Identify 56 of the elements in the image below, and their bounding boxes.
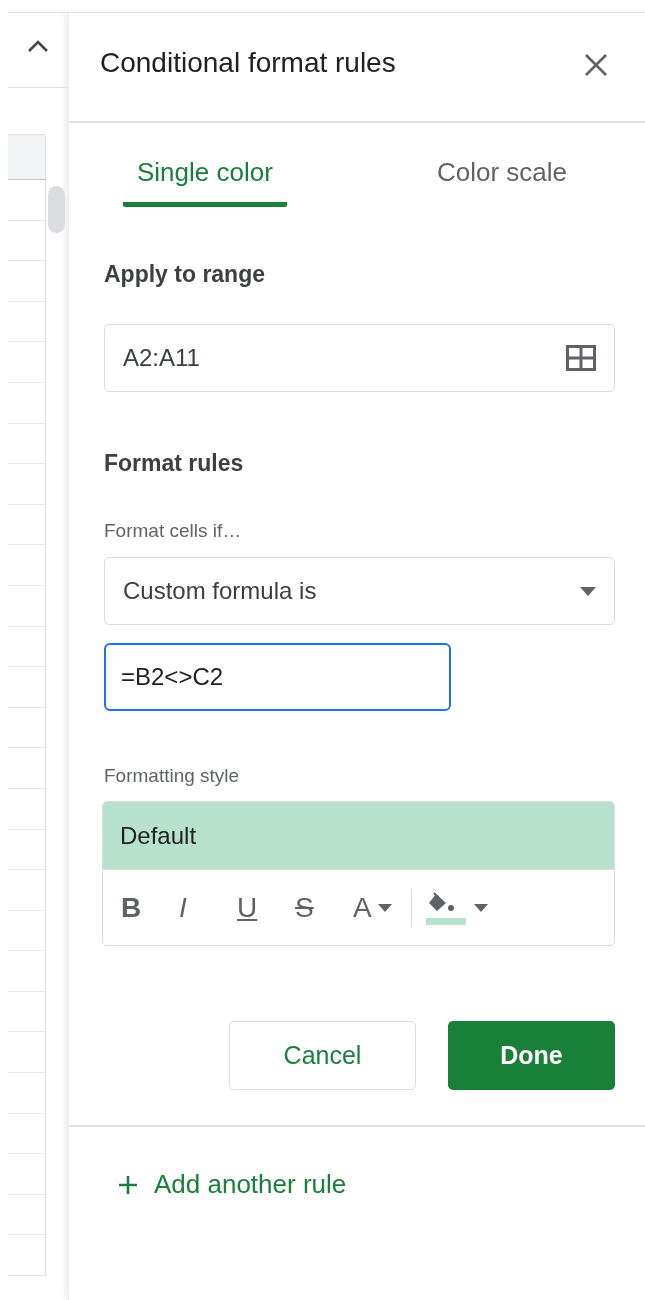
sheet-cell[interactable] (8, 1194, 46, 1236)
sheet-cell[interactable] (8, 180, 46, 221)
tab[interactable]: Color scale (422, 151, 581, 207)
field-label: Formatting style (104, 765, 241, 787)
sheet-cell[interactable] (8, 261, 46, 302)
done-button[interactable]: Done (448, 1021, 615, 1090)
sheet-cell[interactable] (8, 748, 46, 789)
column-header[interactable] (8, 135, 46, 180)
formula-input-field[interactable]: =B2<>C2 (104, 643, 451, 711)
grid-icon[interactable] (566, 345, 596, 371)
close-icon[interactable] (583, 52, 609, 78)
caret-up-icon[interactable] (27, 39, 49, 53)
sheet-cell[interactable] (8, 342, 46, 383)
sheet-cell[interactable] (8, 504, 46, 546)
sheet-cell[interactable] (8, 788, 46, 830)
sheet-cell[interactable] (8, 1073, 46, 1114)
bold-button[interactable]: B (121, 887, 179, 928)
italic-button[interactable]: I (179, 887, 237, 928)
sheet-cell[interactable] (8, 585, 46, 627)
underline-button[interactable]: U (237, 887, 295, 928)
caret-icon (474, 903, 488, 912)
sheet-cell[interactable] (8, 464, 46, 505)
scrollbar-thumb[interactable] (48, 186, 65, 233)
panel-title: Conditional format rules (100, 47, 396, 79)
section-heading: Format rules (104, 450, 245, 477)
sheet-cell[interactable] (8, 301, 46, 343)
sheet-cell[interactable] (8, 951, 46, 992)
sheet-cell[interactable] (8, 870, 46, 911)
sheet-cell[interactable] (8, 1032, 46, 1074)
sheet-cell[interactable] (8, 667, 46, 708)
strikethrough-button[interactable]: S (295, 887, 353, 928)
section-heading: Apply to range (104, 261, 266, 288)
sheet-cell[interactable] (8, 991, 46, 1033)
style-preview[interactable]: Default (103, 802, 614, 870)
paint-bucket-icon (426, 890, 468, 925)
plus-icon (118, 1174, 138, 1195)
sheet-cell[interactable] (8, 423, 46, 465)
sheet-cell[interactable] (8, 1154, 46, 1195)
range-field[interactable]: A2:A11 (104, 324, 615, 392)
condition-dropdown[interactable]: Custom formula is (104, 557, 615, 625)
field-label: Format cells if… (104, 520, 243, 542)
sheet-cell[interactable] (8, 545, 46, 586)
text-color-button[interactable]: A (353, 887, 411, 928)
sheet-cell[interactable] (8, 1113, 46, 1155)
sheet-cell[interactable] (8, 829, 46, 871)
sheet-cell[interactable] (8, 626, 46, 668)
cancel-button[interactable]: Cancel (229, 1021, 416, 1090)
caret-icon (377, 903, 392, 912)
sheet-cell[interactable] (8, 1235, 46, 1277)
tab[interactable]: Single color (123, 151, 287, 207)
sheet-cell[interactable] (8, 707, 46, 749)
add-rule-link[interactable]: Add another rule (118, 1169, 347, 1200)
sheet-cell[interactable] (8, 910, 46, 952)
sheet-cell[interactable] (8, 382, 46, 424)
dropdown-caret-icon (580, 586, 596, 596)
sheet-cell[interactable] (8, 220, 46, 262)
